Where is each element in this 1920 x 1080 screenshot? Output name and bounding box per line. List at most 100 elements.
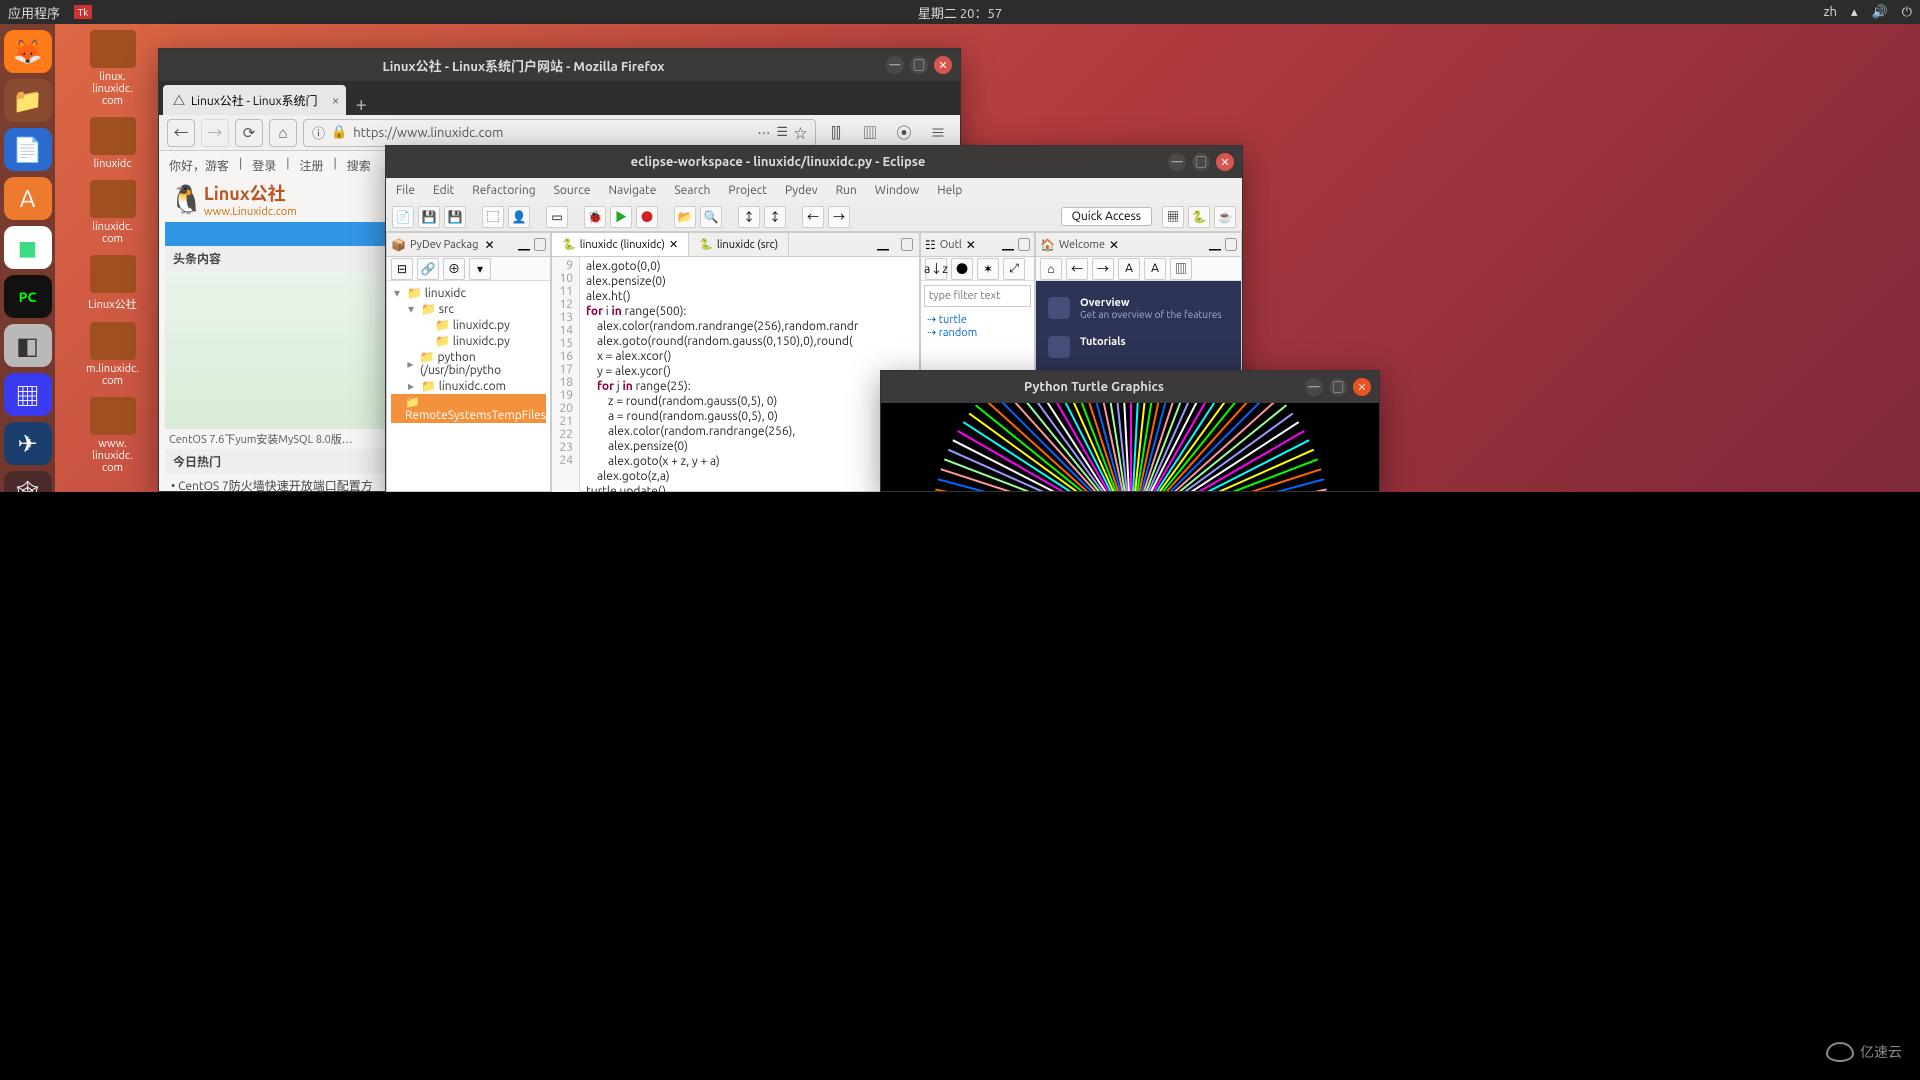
- minimize-button[interactable]: —: [886, 56, 904, 74]
- new-tab-button[interactable]: +: [356, 92, 367, 115]
- network-icon[interactable]: ▴: [1851, 5, 1858, 20]
- tree-item[interactable]: ▾📁 src: [391, 301, 546, 317]
- run-button[interactable]: ▶: [610, 206, 632, 228]
- user-button[interactable]: 👤: [508, 206, 530, 228]
- menu-search[interactable]: Search: [674, 184, 710, 197]
- sort-icon[interactable]: a↓z: [925, 258, 947, 280]
- bookmark-star-icon[interactable]: ☆: [794, 123, 807, 142]
- menu-help[interactable]: Help: [937, 184, 962, 197]
- dock-pycharm[interactable]: PC: [4, 275, 52, 318]
- power-icon[interactable]: ⏻: [1902, 5, 1912, 20]
- wc-layout-icon[interactable]: ▥: [1170, 258, 1192, 280]
- reader-icon[interactable]: ☰: [776, 125, 788, 140]
- tk-indicator[interactable]: Tk: [74, 5, 92, 19]
- menu-source[interactable]: Source: [554, 184, 591, 197]
- dock-firefox[interactable]: 🦊: [4, 30, 52, 73]
- address-bar[interactable]: ⓘ 🔒 https://www.linuxidc.com ⋯ ☰ ☆: [303, 119, 816, 147]
- pydev-perspective-button[interactable]: 🐍: [1188, 206, 1210, 228]
- sidebar-icon[interactable]: ▥: [856, 119, 884, 147]
- firefox-tab-active[interactable]: △ Linux公社 - Linux系统门 ×: [163, 85, 346, 115]
- close-button[interactable]: ✕: [1216, 153, 1234, 171]
- prev-annotation-button[interactable]: ↕: [738, 206, 760, 228]
- welcome-item[interactable]: OverviewGet an overview of the features: [1044, 289, 1233, 328]
- menu-navigate[interactable]: Navigate: [608, 184, 656, 197]
- view-min-icon[interactable]: ▁: [871, 233, 895, 256]
- tree-item[interactable]: ▾📁 linuxidc: [391, 285, 546, 301]
- view-min-icon[interactable]: ▁: [1209, 236, 1221, 253]
- site-nav-link[interactable]: 登录: [252, 157, 276, 174]
- view-min-icon[interactable]: ▁: [1002, 236, 1014, 253]
- menu-project[interactable]: Project: [728, 184, 767, 197]
- hide-fields-icon[interactable]: ●: [951, 258, 973, 280]
- eclipse-titlebar[interactable]: eclipse-workspace - linuxidc/linuxidc.py…: [386, 146, 1242, 178]
- fwd-history-button[interactable]: →: [828, 206, 850, 228]
- coverage-button[interactable]: ●: [636, 206, 658, 228]
- search-button[interactable]: 🔍: [700, 206, 722, 228]
- collapse-icon[interactable]: ✶: [977, 258, 999, 280]
- dock-android-studio[interactable]: ◼: [4, 226, 52, 269]
- view-menu-icon[interactable]: ▾: [469, 258, 491, 280]
- minimize-button[interactable]: —: [1305, 378, 1323, 396]
- wc-fwd-icon[interactable]: →: [1092, 258, 1114, 280]
- view-close-icon[interactable]: ✕: [1109, 238, 1119, 252]
- input-language[interactable]: zh: [1824, 5, 1837, 19]
- menu-icon[interactable]: ≡: [924, 119, 952, 147]
- view-close-icon[interactable]: ✕: [966, 238, 976, 252]
- next-annotation-button[interactable]: ↕: [764, 206, 786, 228]
- menu-refactoring[interactable]: Refactoring: [472, 184, 535, 197]
- expand-icon[interactable]: ⤢: [1003, 258, 1025, 280]
- view-max-icon[interactable]: ▢: [895, 233, 919, 256]
- maximize-button[interactable]: ▢: [1329, 378, 1347, 396]
- back-history-button[interactable]: ←: [802, 206, 824, 228]
- eclipse-menubar[interactable]: File Edit Refactoring Source Navigate Search P…: [386, 178, 1242, 202]
- desktop-folder[interactable]: linuxidc: [70, 117, 155, 170]
- outline-filter-input[interactable]: [924, 285, 1031, 307]
- site-nav-link[interactable]: 注册: [300, 157, 324, 174]
- maximize-button[interactable]: ▢: [910, 56, 928, 74]
- editor-tab-1[interactable]: 🐍linuxidc (linuxidc)✕: [552, 233, 689, 256]
- code-editor[interactable]: 9101112131415161718192021222324 alex.got…: [552, 257, 919, 493]
- clock[interactable]: 星期二 20：57: [918, 3, 1002, 22]
- menu-edit[interactable]: Edit: [433, 184, 454, 197]
- desktop-folder[interactable]: m.linuxidc.com: [70, 322, 155, 387]
- terminal-button[interactable]: ▭: [546, 206, 568, 228]
- java-perspective-button[interactable]: ☕: [1214, 206, 1236, 228]
- wc-font-icon[interactable]: A: [1144, 258, 1166, 280]
- firefox-titlebar[interactable]: Linux公社 - Linux系统门户网站 - Mozilla Firefox …: [159, 49, 960, 81]
- view-max-icon[interactable]: ▢: [534, 236, 546, 253]
- turtle-titlebar[interactable]: Python Turtle Graphics — ▢ ✕: [881, 371, 1379, 403]
- menu-run[interactable]: Run: [836, 184, 857, 197]
- view-max-icon[interactable]: ▢: [1225, 236, 1237, 253]
- save-button[interactable]: 💾: [418, 206, 440, 228]
- tab-close-icon[interactable]: ✕: [669, 238, 678, 251]
- info-icon[interactable]: ⓘ: [312, 123, 325, 142]
- debug-button[interactable]: 🐞: [584, 206, 606, 228]
- tree-item[interactable]: ▸📁 python (/usr/bin/pytho: [391, 349, 546, 378]
- wc-home-icon[interactable]: ⌂: [1040, 258, 1062, 280]
- menu-window[interactable]: Window: [875, 184, 919, 197]
- collapse-all-icon[interactable]: ⊟: [391, 258, 413, 280]
- home-button[interactable]: ⌂: [269, 119, 297, 147]
- view-max-icon[interactable]: ▢: [1018, 236, 1030, 253]
- reload-button[interactable]: ⟳: [235, 119, 263, 147]
- perspective-button[interactable]: ▦: [1162, 206, 1184, 228]
- tab-close-icon[interactable]: ×: [332, 92, 340, 108]
- welcome-item[interactable]: Tutorials: [1044, 328, 1233, 366]
- menu-pydev[interactable]: Pydev: [785, 184, 818, 197]
- volume-icon[interactable]: 🔊: [1872, 5, 1888, 20]
- save-all-button[interactable]: 💾: [444, 206, 466, 228]
- dock-files[interactable]: 📁: [4, 79, 52, 122]
- new-button[interactable]: 📄: [392, 206, 414, 228]
- open-task-button[interactable]: 📂: [674, 206, 696, 228]
- desktop-folder[interactable]: Linux公社: [70, 255, 155, 312]
- view-close-icon[interactable]: ✕: [484, 238, 494, 252]
- open-type-button[interactable]: ⬚: [482, 206, 504, 228]
- dock-shell[interactable]: ✈: [4, 422, 52, 465]
- wc-back-icon[interactable]: ←: [1066, 258, 1088, 280]
- menu-file[interactable]: File: [396, 184, 415, 197]
- close-button[interactable]: ✕: [934, 56, 952, 74]
- editor-tab-2[interactable]: 🐍linuxidc (src): [689, 233, 789, 256]
- addons-icon[interactable]: ⦿: [890, 119, 918, 147]
- outline-item[interactable]: ⇢ turtle: [927, 313, 1028, 326]
- back-button[interactable]: ←: [167, 119, 195, 147]
